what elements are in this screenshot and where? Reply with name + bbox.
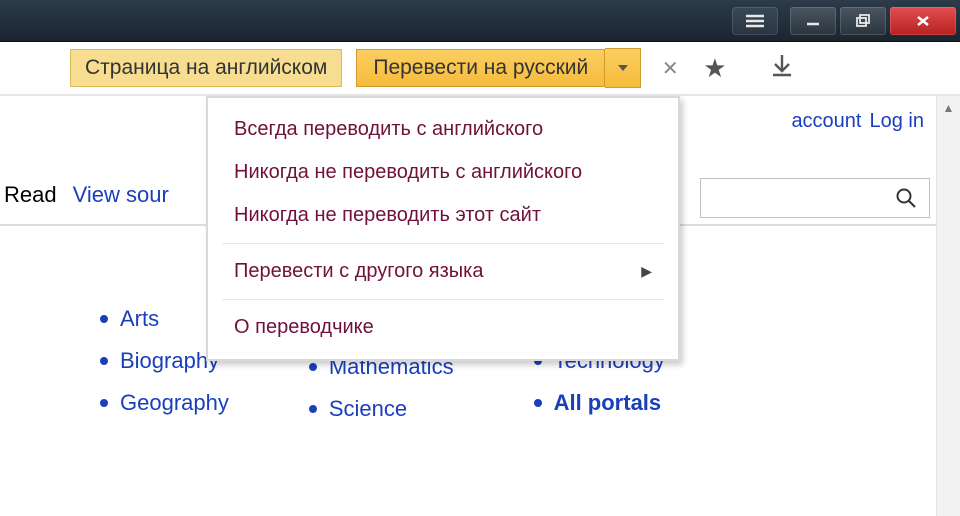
menu-item-label: Перевести с другого языка [234,260,483,283]
browser-menu-button[interactable] [732,7,778,35]
window-titlebar [0,0,960,42]
chevron-down-icon [618,65,628,71]
search-box[interactable] [700,178,930,218]
submenu-arrow-icon: ▶ [641,263,652,280]
translate-options-dropdown-toggle[interactable] [605,48,641,88]
restore-button[interactable] [840,7,886,35]
vertical-scrollbar[interactable]: ▲ [936,96,960,516]
login-link[interactable]: Log in [870,110,925,133]
translate-button-label: Перевести на русский [373,56,588,80]
menu-never-translate-site[interactable]: Никогда не переводить этот сайт [208,194,678,237]
menu-translate-other-lang[interactable]: Перевести с другого языка ▶ [208,250,678,293]
close-window-button[interactable] [890,7,956,35]
tab-view-source[interactable]: View sour [73,182,169,208]
create-account-link[interactable]: account [791,110,861,133]
translate-options-menu: Всегда переводить с английского Никогда … [206,96,680,361]
bookmark-star-icon[interactable]: ★ [703,53,726,84]
translate-button[interactable]: Перевести на русский [356,49,605,87]
menu-never-translate-lang[interactable]: Никогда не переводить с английского [208,151,678,194]
portal-geography[interactable]: Geography [100,390,229,416]
menu-about-translator[interactable]: О переводчике [208,306,678,349]
portal-science[interactable]: Science [309,396,454,422]
menu-divider [222,299,664,300]
portal-all-portals[interactable]: All portals [534,390,665,416]
menu-divider [222,243,664,244]
menu-always-translate[interactable]: Всегда переводить с английского [208,108,678,151]
page-tabs: Read View sour [4,182,169,208]
minimize-button[interactable] [790,7,836,35]
translate-bar: Страница на английском Перевести на русс… [0,42,960,96]
search-icon [895,187,917,209]
downloads-icon[interactable] [769,53,795,84]
translate-bar-close-icon[interactable]: ✕ [655,56,685,81]
page-language-label: Страница на английском [70,49,342,87]
scroll-up-icon[interactable]: ▲ [937,96,960,120]
tab-read[interactable]: Read [4,182,57,208]
account-links: account Log in [791,110,924,133]
